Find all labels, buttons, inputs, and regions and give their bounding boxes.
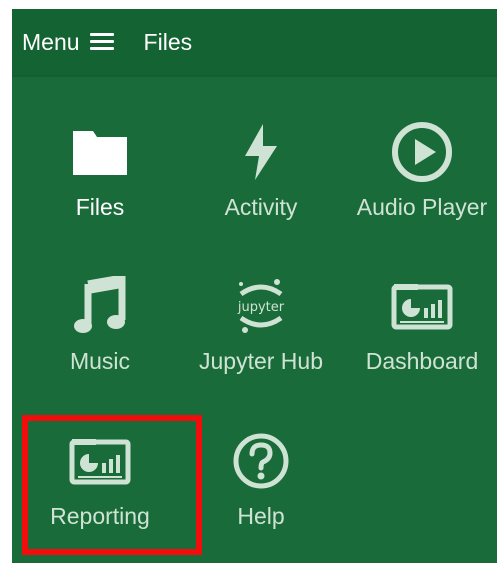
- app-label: Dashboard: [365, 348, 479, 374]
- help-circle-icon: [231, 427, 291, 495]
- bolt-icon: [241, 118, 281, 186]
- app-tile-jupyter-hub[interactable]: jupyter Jupyter Hub: [181, 272, 341, 412]
- dashboard-icon: [391, 272, 453, 340]
- app-label: Audio Player: [356, 194, 488, 220]
- music-note-icon: [74, 272, 126, 340]
- app-label: Music: [69, 348, 131, 374]
- app-tile-dashboard[interactable]: Dashboard: [342, 272, 497, 412]
- app-tile-files[interactable]: Files: [20, 118, 180, 258]
- top-bar: Menu Files: [12, 9, 497, 77]
- breadcrumb: Files: [143, 28, 193, 55]
- menu-label: Menu: [22, 28, 80, 55]
- app-label: Help: [237, 503, 285, 529]
- app-tile-help[interactable]: Help: [181, 427, 341, 567]
- jupyter-icon: jupyter: [229, 272, 293, 340]
- jupyter-logo-text: jupyter: [237, 300, 285, 315]
- app-label: Jupyter Hub: [198, 348, 323, 374]
- app-tile-activity[interactable]: Activity: [181, 118, 341, 258]
- folder-icon: [71, 118, 129, 186]
- highlight-box: [22, 415, 202, 555]
- play-circle-icon: [390, 118, 454, 186]
- app-tile-audio-player[interactable]: Audio Player: [342, 118, 497, 258]
- menu-button[interactable]: Menu: [22, 29, 114, 56]
- app-label: Activity: [224, 194, 298, 220]
- hamburger-icon: [89, 33, 114, 51]
- app-label: Files: [75, 194, 125, 220]
- app-tile-music[interactable]: Music: [20, 272, 180, 412]
